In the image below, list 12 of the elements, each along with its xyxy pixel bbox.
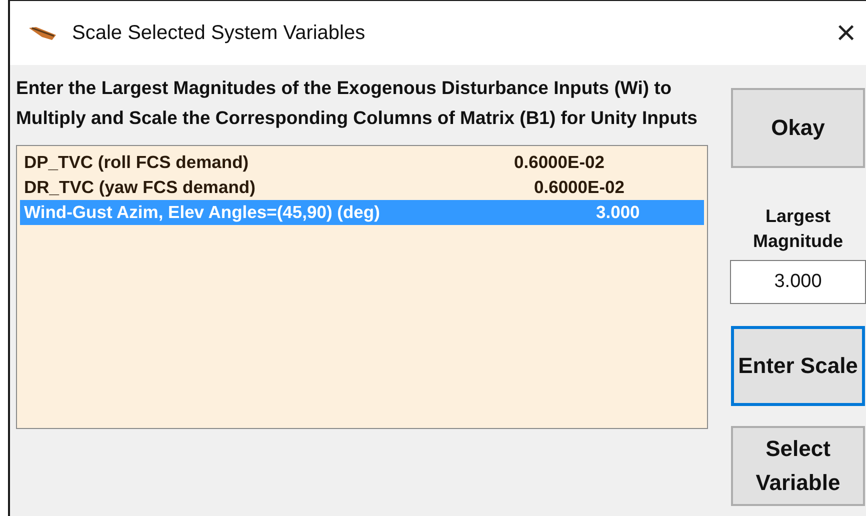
list-item[interactable]: DR_TVC (yaw FCS demand) 0.6000E-02	[20, 175, 704, 200]
variable-list[interactable]: DP_TVC (roll FCS demand) 0.6000E-02 DR_TVC (yaw FCS demand) 0.6000E-02 Wind-Gust Azim, Elev Angles=(45,90) (deg) 3.000	[16, 145, 708, 429]
select-variable-button[interactable]: Select Variable	[731, 426, 865, 506]
enter-scale-button[interactable]: Enter Scale	[731, 326, 865, 406]
okay-button[interactable]: Okay	[731, 88, 865, 168]
list-item[interactable]: DP_TVC (roll FCS demand) 0.6000E-02	[20, 150, 704, 175]
close-button[interactable]: ×	[826, 14, 866, 52]
window-title: Scale Selected System Variables	[72, 22, 366, 44]
field-label: Largest Magnitude	[752, 205, 844, 253]
magnitude-field[interactable]: 3.000	[730, 260, 866, 304]
instructions-text: Enter the Largest Magnitudes of the Exogenous Disturbance Inputs (Wi) to Multiply and Scale the Corresponding Columns of Matrix (B1) for Unity Inputs	[16, 76, 698, 130]
app-icon	[28, 25, 58, 41]
